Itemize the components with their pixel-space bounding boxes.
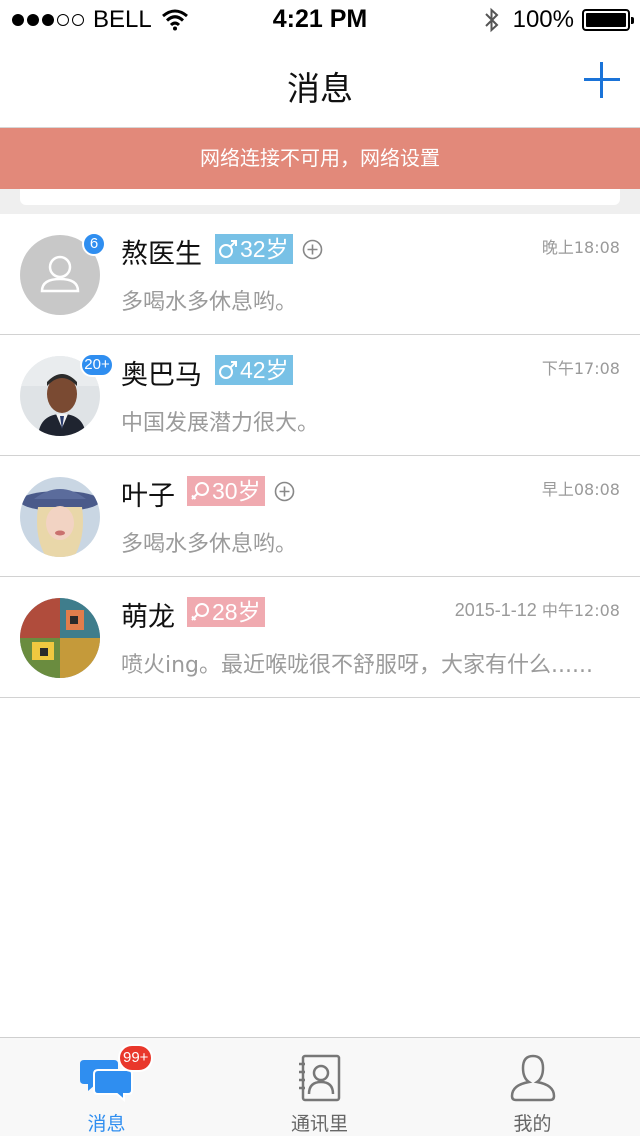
network-warning-banner[interactable]: 网络连接不可用，网络设置: [0, 128, 640, 189]
message-clock: 中午12:08: [541, 601, 620, 620]
avatar: [20, 598, 100, 678]
add-button[interactable]: [584, 62, 620, 98]
age-tag: 32岁: [215, 234, 293, 264]
age-tag: 42岁: [215, 355, 293, 385]
battery-area: 100%: [483, 6, 634, 34]
add-circle-icon[interactable]: [274, 481, 295, 502]
chat-list: 6 熬医生 32岁 晚上18:08 多喝水多休息哟。 20+ 奥巴马 42岁 下…: [0, 214, 640, 698]
tab-label: 通讯里: [290, 1113, 348, 1135]
carrier-name: BELL: [93, 6, 152, 33]
tab-label: 消息: [87, 1113, 126, 1135]
battery-percent: 100%: [512, 6, 574, 33]
male-icon: [219, 361, 237, 379]
unread-badge: 20+: [80, 353, 114, 377]
battery-icon: [582, 9, 634, 31]
chat-row[interactable]: 叶子 30岁 早上08:08 多喝水多休息哟。: [0, 456, 640, 577]
female-icon: [191, 482, 209, 500]
tab-profile[interactable]: 我的: [426, 1038, 639, 1136]
message-time: 2015-1-12 中午12:08: [455, 597, 620, 621]
tab-contacts[interactable]: 通讯里: [213, 1038, 426, 1136]
signal-dot-icon: [27, 14, 39, 26]
message-preview: 喷火ing。最近喉咙很不舒服呀，大家有什么......: [121, 653, 593, 678]
male-icon: [219, 240, 237, 258]
wifi-icon: [161, 9, 188, 31]
status-bar: BELL 4:21 PM 100%: [0, 0, 640, 40]
contact-name: 奥巴马: [121, 360, 202, 391]
contact-name: 熬医生: [121, 239, 202, 270]
age-label: 32岁: [240, 236, 289, 262]
age-label: 28岁: [212, 599, 261, 625]
contact-name: 叶子: [121, 481, 175, 512]
tab-bar: 99+ 消息 通讯里 我的: [0, 1037, 640, 1136]
avatar-photo: [20, 477, 100, 557]
tab-label: 我的: [513, 1113, 552, 1135]
tab-badge: 99+: [118, 1044, 154, 1072]
message-preview: 多喝水多休息哟。: [121, 532, 298, 557]
contacts-book-icon: [298, 1054, 340, 1102]
page-title: 消息: [287, 69, 353, 108]
signal-dot-icon: [72, 14, 84, 26]
message-preview: 多喝水多休息哟。: [121, 290, 298, 315]
avatar-photo: [20, 598, 100, 678]
message-preview: 中国发展潜力很大。: [121, 411, 320, 436]
signal-dot-icon: [12, 14, 24, 26]
age-tag: 30岁: [187, 476, 265, 506]
avatar: [20, 477, 100, 557]
message-time: 下午17:08: [541, 359, 620, 378]
search-input[interactable]: [20, 189, 620, 205]
add-circle-icon[interactable]: [302, 239, 323, 260]
message-date: 2015-1-12: [454, 600, 537, 620]
chat-row[interactable]: 萌龙 28岁 2015-1-12 中午12:08 喷火ing。最近喉咙很不舒服呀…: [0, 577, 640, 698]
signal-dot-icon: [57, 14, 69, 26]
bluetooth-icon: [484, 7, 499, 33]
age-label: 42岁: [240, 357, 289, 383]
chat-row[interactable]: 6 熬医生 32岁 晚上18:08 多喝水多休息哟。: [0, 214, 640, 335]
contact-name: 萌龙: [121, 602, 175, 633]
unread-badge: 6: [82, 232, 106, 256]
signal-area: BELL: [12, 6, 188, 34]
age-tag: 28岁: [187, 597, 265, 627]
user-icon: [510, 1054, 555, 1102]
message-time: 早上08:08: [541, 480, 620, 499]
search-area: [0, 189, 640, 214]
female-icon: [191, 603, 209, 621]
chat-row[interactable]: 20+ 奥巴马 42岁 下午17:08 中国发展潜力很大。: [0, 335, 640, 456]
age-label: 30岁: [212, 478, 261, 504]
tab-messages[interactable]: 99+ 消息: [0, 1038, 213, 1136]
nav-bar: 消息: [0, 40, 640, 128]
signal-dot-icon: [42, 14, 54, 26]
message-time: 晚上18:08: [541, 238, 620, 257]
